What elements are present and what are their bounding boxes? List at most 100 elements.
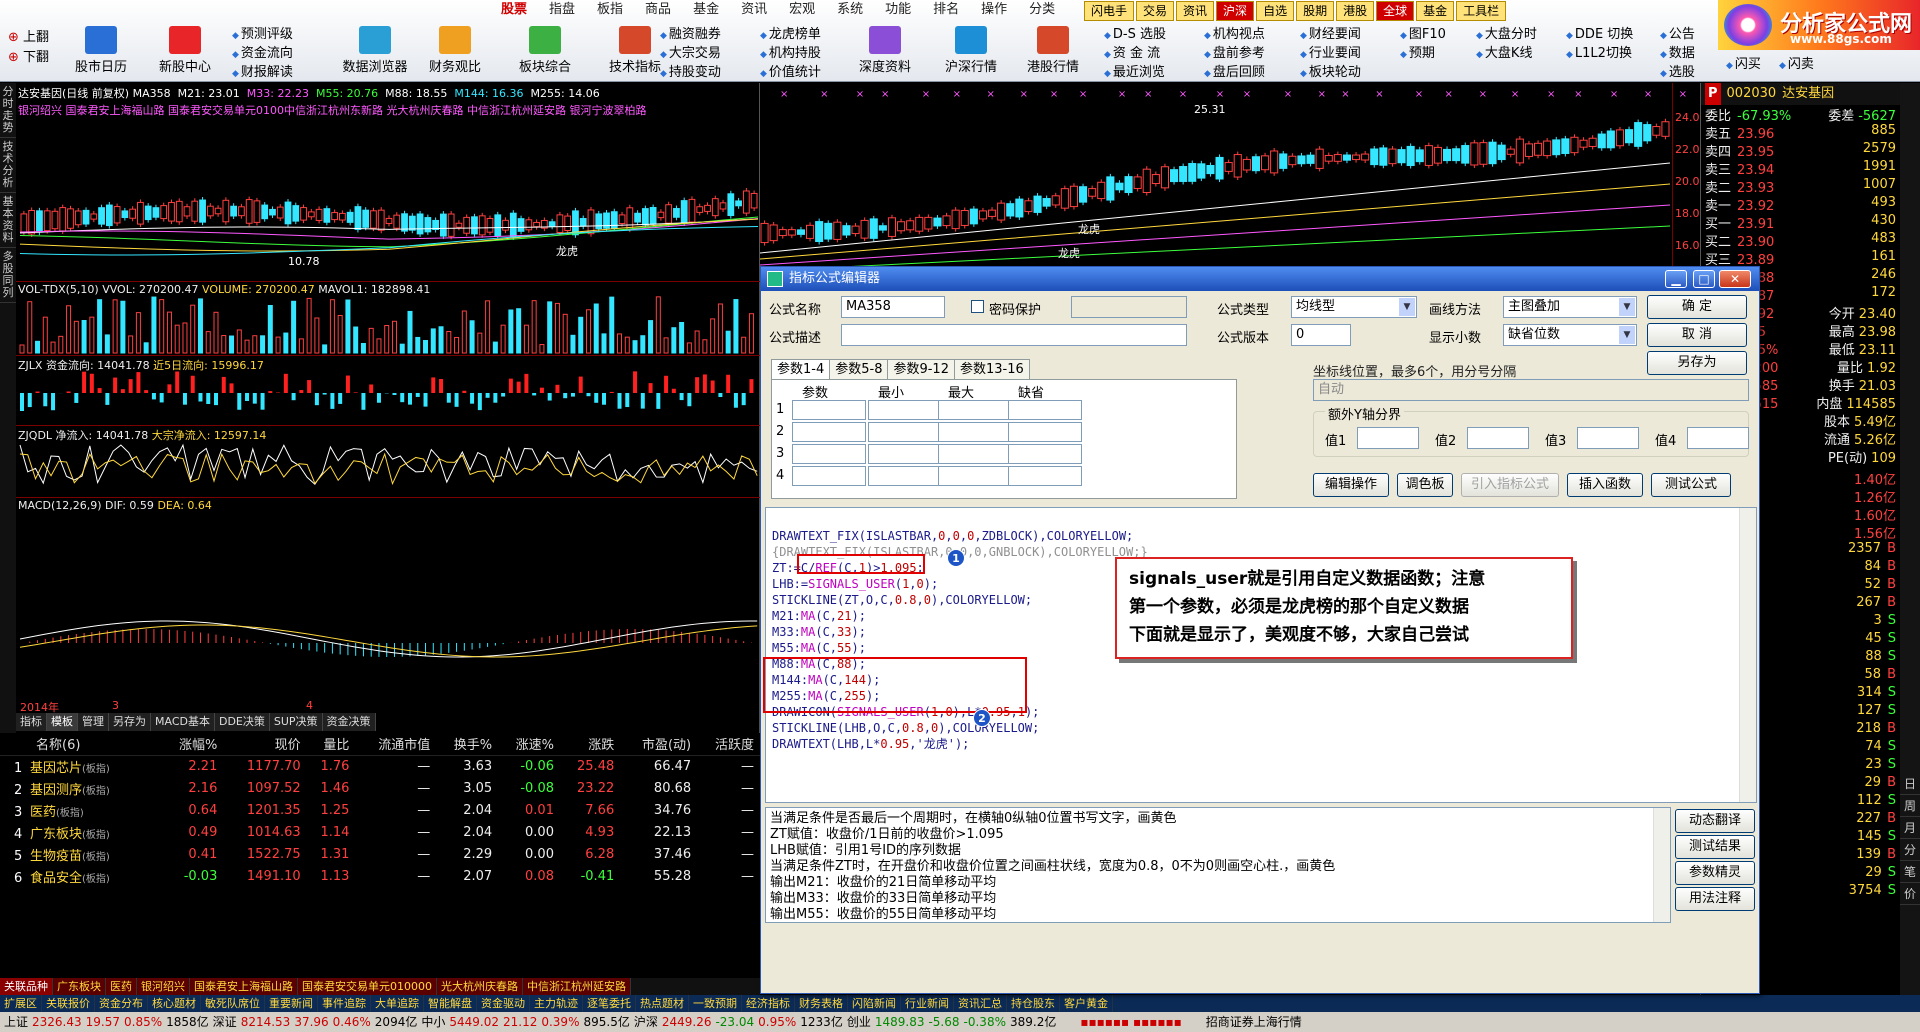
page-up-button[interactable]: ⊕ 上翻 [8, 26, 49, 45]
param-cell-input[interactable] [792, 466, 866, 486]
indicator-tab-4[interactable]: MACD基本 [151, 713, 215, 731]
related-tab-5[interactable]: 国泰君安交易单元010000 [298, 978, 437, 995]
param-cell-input[interactable] [938, 444, 1012, 464]
related-tab-7[interactable]: 中信浙江杭州延安路 [523, 978, 631, 995]
menu2-item-2[interactable]: 资讯 [1176, 1, 1215, 21]
side-button-3[interactable]: 用法注释 [1675, 887, 1755, 911]
toolbar-link[interactable]: 大宗交易 [660, 45, 721, 64]
toolbar-link[interactable]: 大盘K线 [1476, 45, 1537, 64]
yaxis-value-input[interactable] [1577, 427, 1639, 449]
menu2-item-1[interactable]: 交易 [1136, 1, 1175, 21]
side-button-2[interactable]: 参数精灵 [1675, 861, 1755, 885]
yaxis-value-input[interactable] [1687, 427, 1749, 449]
function-tab-10[interactable]: 主力轨迹 [530, 995, 583, 1012]
column-header-9[interactable]: 活跃度 [697, 733, 760, 756]
formula-type-select[interactable]: 均线型 [1291, 296, 1417, 318]
toolbar-link[interactable]: 机构视点 [1204, 26, 1265, 45]
toolbar-link[interactable]: 盘前参考 [1204, 45, 1265, 64]
toolbar-link[interactable]: 板块轮动 [1300, 64, 1361, 83]
function-tab-6[interactable]: 事件追踪 [318, 995, 371, 1012]
ok-button[interactable]: 确 定 [1647, 295, 1747, 319]
param-cell-input[interactable] [868, 422, 942, 442]
param-cell-input[interactable] [792, 422, 866, 442]
function-tab-1[interactable]: 关联报价 [42, 995, 95, 1012]
quote-vtab-0[interactable]: 日 [1900, 773, 1920, 795]
menu2-item-0[interactable]: 闪电手 [1084, 1, 1135, 21]
column-header-2[interactable]: 现价 [223, 733, 307, 756]
quote-vtab-1[interactable]: 周 [1900, 795, 1920, 817]
param-tab-3[interactable]: 参数13-16 [953, 359, 1030, 379]
param-cell-input[interactable] [938, 466, 1012, 486]
column-header-8[interactable]: 市盈(动) [620, 733, 698, 756]
desc-scrollbar[interactable] [1653, 808, 1670, 922]
related-tab-2[interactable]: 医药 [106, 978, 137, 995]
table-row[interactable]: 2 基因测序(板指) 2.16 1097.52 1.46 — 3.05 -0.08 23.22 8… [0, 777, 760, 799]
toolbar-button-6[interactable]: 深度资料 [850, 26, 920, 82]
password-input[interactable] [1071, 296, 1187, 318]
quote-vtab-2[interactable]: 月 [1900, 817, 1920, 839]
param-cell-input[interactable] [1008, 466, 1082, 486]
toolbar-link[interactable]: 持股变动 [660, 64, 721, 83]
toolbar-link[interactable]: 资 金 流 [1104, 45, 1166, 64]
related-tab-0[interactable]: 关联品种 [0, 978, 53, 995]
related-tab-4[interactable]: 国泰君安上海福山路 [190, 978, 298, 995]
function-tab-2[interactable]: 资金分布 [95, 995, 148, 1012]
menu-item-2[interactable]: 板指 [586, 0, 634, 20]
related-tab-6[interactable]: 光大杭州庆春路 [437, 978, 523, 995]
function-tab-16[interactable]: 闪陷新闻 [848, 995, 901, 1012]
param-cell-input[interactable] [868, 466, 942, 486]
toolbar-link[interactable]: DDE 切换 [1566, 26, 1633, 45]
toolbar-link[interactable]: 盘后回顾 [1204, 64, 1265, 83]
menu2-item-8[interactable]: 基金 [1416, 1, 1455, 21]
menu-item-8[interactable]: 功能 [874, 0, 922, 20]
param-cell-input[interactable] [792, 400, 866, 420]
toolbar-link[interactable]: 龙虎榜单 [760, 26, 821, 45]
kline-chart-area[interactable]: 分时走势 技术分析 基本资料 多股同列 达安基因(日线 前复权) MA358 M21:… [0, 83, 760, 733]
toolbar-link[interactable]: 最近浏览 [1104, 64, 1166, 83]
menu2-item-5[interactable]: 股期 [1296, 1, 1335, 21]
indicator-tab-1[interactable]: 模板 [47, 713, 78, 731]
quote-vtab-4[interactable]: 笔 [1900, 861, 1920, 883]
sector-list[interactable]: 名称(6) 涨幅% 现价 量比 流通市值 换手% 涨速% 涨跌 市盈(动) 活跃度 1 基因芯片(板… [0, 733, 760, 978]
menu-item-11[interactable]: 分类 [1018, 0, 1066, 20]
menu-item-1[interactable]: 指盘 [538, 0, 586, 20]
param-cell-input[interactable] [868, 400, 942, 420]
function-tab-3[interactable]: 核心题材 [148, 995, 201, 1012]
toolbar-link[interactable]: L1L2切换 [1566, 45, 1633, 64]
function-tab-15[interactable]: 财务表格 [795, 995, 848, 1012]
function-tab-13[interactable]: 一致预期 [689, 995, 742, 1012]
password-checkbox[interactable] [971, 300, 984, 313]
param-tab-0[interactable]: 参数1-4 [771, 359, 831, 380]
toolbar-button-7[interactable]: 沪深行情 [936, 26, 1006, 82]
function-tab-11[interactable]: 逐笔委托 [583, 995, 636, 1012]
toolbar-link[interactable]: 预测评级 [232, 26, 293, 45]
table-row[interactable]: 3 医药(板指) 0.64 1201.35 1.25 — 2.04 0.01 7.66 34.76… [0, 799, 760, 821]
column-header-5[interactable]: 换手% [436, 733, 499, 756]
indicator-tab-6[interactable]: SUP决策 [269, 713, 323, 731]
flash-sell-button[interactable]: 闪卖 [1779, 56, 1814, 75]
toolbar-button-1[interactable]: 新股中心 [150, 26, 220, 82]
indicator-tab-0[interactable]: 指标 [16, 713, 47, 731]
formula-action-button-2[interactable]: 引入指标公式 [1461, 473, 1559, 497]
page-down-button[interactable]: ⊕ 下翻 [8, 46, 49, 65]
param-cell-input[interactable] [938, 422, 1012, 442]
function-tab-14[interactable]: 经济指标 [742, 995, 795, 1012]
function-tab-9[interactable]: 资金驱动 [477, 995, 530, 1012]
toolbar-link[interactable]: 融资融券 [660, 26, 721, 45]
column-header-7[interactable]: 涨跌 [559, 733, 621, 756]
draw-method-select[interactable]: 主图叠加 [1503, 296, 1637, 318]
menu2-item-6[interactable]: 港股 [1336, 1, 1375, 21]
menu2-item-4[interactable]: 自选 [1256, 1, 1295, 21]
toolbar-link[interactable]: 价值统计 [760, 64, 821, 83]
toolbar-button-4[interactable]: 板块综合 [510, 26, 580, 82]
toolbar-link[interactable]: 公告 [1660, 26, 1695, 45]
indicator-tab-5[interactable]: DDE决策 [214, 713, 270, 731]
column-header-3[interactable]: 量比 [306, 733, 356, 756]
toolbar-button-8[interactable]: 港股行情 [1018, 26, 1088, 82]
param-tab-1[interactable]: 参数5-8 [829, 359, 889, 379]
menu2-item-9[interactable]: 工具栏 [1456, 1, 1507, 21]
formula-action-button-4[interactable]: 测试公式 [1651, 473, 1731, 497]
column-header-6[interactable]: 涨速% [498, 733, 560, 756]
indicator-tab-7[interactable]: 资金决策 [322, 713, 376, 731]
table-row[interactable]: 1 基因芯片(板指) 2.21 1177.70 1.76 — 3.63 -0.06 25.48 6… [0, 755, 760, 777]
